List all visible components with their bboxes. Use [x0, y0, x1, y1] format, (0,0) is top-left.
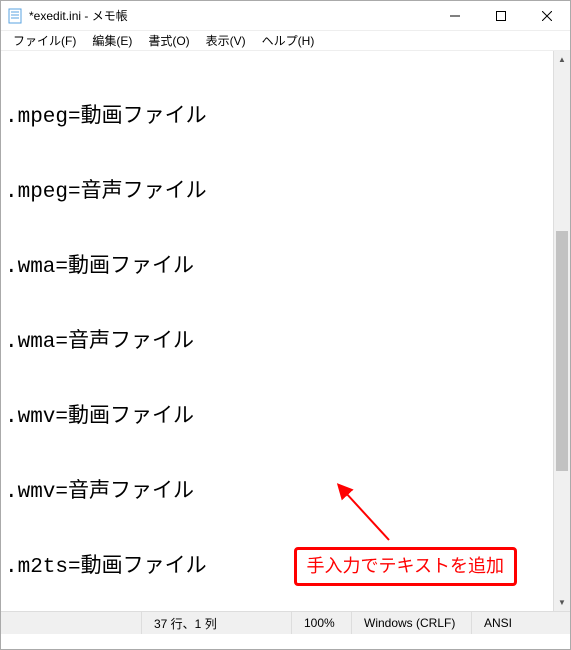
scroll-thumb[interactable] [556, 231, 568, 471]
text-line: .wma=音声ファイル [5, 330, 549, 355]
scroll-up-icon[interactable]: ▲ [554, 51, 570, 68]
menu-help[interactable]: ヘルプ(H) [254, 32, 323, 49]
status-position: 37 行、1 列 [141, 612, 291, 634]
statusbar: 37 行、1 列 100% Windows (CRLF) ANSI [1, 611, 570, 634]
scroll-down-icon[interactable]: ▼ [554, 594, 570, 611]
menu-edit[interactable]: 編集(E) [84, 32, 140, 49]
text-line: .wmv=動画ファイル [5, 405, 549, 430]
window-controls [432, 1, 570, 30]
menubar: ファイル(F) 編集(E) 書式(O) 表示(V) ヘルプ(H) [1, 31, 570, 51]
text-editor[interactable]: .mpeg=動画ファイル .mpeg=音声ファイル .wma=動画ファイル .w… [1, 51, 553, 611]
status-zoom: 100% [291, 612, 351, 634]
minimize-button[interactable] [432, 1, 478, 30]
editor-area: .mpeg=動画ファイル .mpeg=音声ファイル .wma=動画ファイル .w… [1, 51, 570, 611]
titlebar: *exedit.ini - メモ帳 [1, 1, 570, 31]
menu-file[interactable]: ファイル(F) [5, 32, 84, 49]
menu-format[interactable]: 書式(O) [140, 32, 197, 49]
text-line: .mpeg=音声ファイル [5, 180, 549, 205]
menu-view[interactable]: 表示(V) [198, 32, 254, 49]
close-button[interactable] [524, 1, 570, 30]
status-spacer [1, 612, 141, 634]
notepad-icon [7, 8, 23, 24]
text-line: .mpeg=動画ファイル [5, 105, 549, 130]
text-line: .wma=動画ファイル [5, 255, 549, 280]
status-encoding: ANSI [471, 612, 570, 634]
text-line: .wmv=音声ファイル [5, 480, 549, 505]
vertical-scrollbar[interactable]: ▲ ▼ [553, 51, 570, 611]
status-lineending: Windows (CRLF) [351, 612, 471, 634]
annotation-callout: 手入力でテキストを追加 [294, 547, 517, 586]
window-title: *exedit.ini - メモ帳 [29, 7, 432, 24]
maximize-button[interactable] [478, 1, 524, 30]
